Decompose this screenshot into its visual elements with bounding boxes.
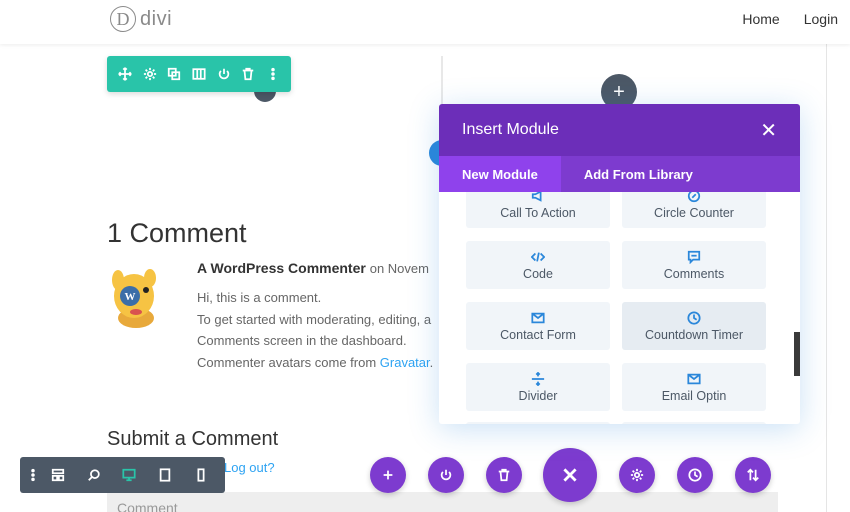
more-options-icon[interactable] [26, 457, 40, 493]
module-label: Countdown Timer [645, 327, 743, 342]
code-icon [531, 251, 545, 262]
page-border [826, 44, 827, 512]
clock-icon [687, 310, 701, 325]
close-icon[interactable]: ✕ [760, 118, 777, 143]
module-label: Comments [663, 266, 725, 281]
history-button[interactable] [677, 457, 713, 493]
author-name[interactable]: A WordPress Commenter [197, 260, 366, 276]
nav-login[interactable]: Login [804, 11, 838, 27]
module-label: Divider [518, 388, 558, 403]
columns-icon[interactable] [190, 65, 208, 83]
envelope-icon [687, 373, 701, 384]
gear-icon [630, 468, 644, 482]
nav-home[interactable]: Home [742, 11, 779, 27]
module-label: Call To Action [500, 205, 576, 220]
portability-button[interactable] [735, 457, 771, 493]
module-label: Circle Counter [654, 205, 734, 220]
logout-link[interactable]: Log out? [224, 460, 275, 475]
comments-icon [687, 250, 701, 264]
comment-line: Comments screen in the dashboard. [197, 333, 407, 348]
comment-line-suffix: . [429, 354, 434, 370]
plus-icon [383, 470, 393, 480]
logo-mark: D [110, 6, 136, 32]
close-icon [563, 468, 577, 482]
gravatar-link[interactable]: Gravatar [380, 355, 430, 370]
modal-tabs: New Module Add From Library [439, 156, 800, 192]
logo-text: divi [140, 7, 173, 30]
wapuu-avatar: W [112, 269, 156, 328]
modal-title: Insert Module [462, 121, 559, 138]
module-email-optin[interactable]: Email Optin [622, 363, 766, 411]
phone-view-icon[interactable] [183, 457, 219, 493]
comment-line-text: Commenter avatars come from [197, 354, 380, 370]
scrollbar-thumb[interactable] [794, 332, 800, 376]
delete-button[interactable] [486, 457, 522, 493]
module-comments[interactable]: Comments [622, 241, 766, 289]
tab-new-module[interactable]: New Module [439, 156, 561, 192]
module-next-row[interactable] [466, 422, 610, 424]
modal-header: Insert Module ✕ [439, 104, 800, 156]
module-contact-form[interactable]: Contact Form [466, 302, 610, 350]
divider-icon [531, 371, 545, 386]
module-call-to-action[interactable]: Call To Action [466, 192, 610, 228]
megaphone-icon [531, 192, 542, 202]
module-grid: Call To Action Circle Counter Code Comme… [439, 192, 800, 424]
comment-author: A WordPress Commenter on Novem [197, 260, 429, 276]
layout-icon[interactable] [40, 457, 76, 493]
module-label: Contact Form [500, 327, 576, 342]
desktop-view-icon[interactable] [112, 457, 148, 493]
power-icon [440, 469, 452, 481]
settings-button[interactable] [619, 457, 655, 493]
gear-icon[interactable] [141, 65, 159, 83]
site-header: D divi Home Login [0, 0, 850, 44]
move-icon[interactable] [116, 65, 134, 83]
svg-text:W: W [125, 291, 136, 303]
module-countdown-timer[interactable]: Countdown Timer [622, 302, 766, 350]
comment-line: To get started with moderating, editing,… [197, 311, 432, 327]
comment-line: Hi, this is a comment. [197, 290, 322, 305]
module-circle-counter[interactable]: Circle Counter [622, 192, 766, 228]
trash-icon[interactable] [239, 65, 257, 83]
trash-icon [498, 468, 510, 482]
page-settings-bar [20, 457, 225, 493]
tab-add-from-library[interactable]: Add From Library [561, 156, 716, 192]
more-options-icon[interactable] [264, 65, 282, 83]
clock-icon [688, 468, 702, 482]
duplicate-icon[interactable] [165, 65, 183, 83]
comment-body: Hi, this is a comment. To get started wi… [197, 287, 441, 373]
row-toolbar [107, 56, 291, 92]
envelope-icon [531, 312, 545, 323]
comments-title: 1 Comment [107, 218, 247, 248]
sort-arrows-icon [747, 468, 759, 482]
module-label: Code [523, 266, 553, 281]
divi-logo[interactable]: D divi [110, 6, 172, 32]
tablet-view-icon[interactable] [147, 457, 183, 493]
comment-date: on Novem [369, 261, 429, 276]
submit-comment-title: Submit a Comment [107, 428, 279, 450]
add-button[interactable] [370, 457, 406, 493]
zoom-icon[interactable] [76, 457, 112, 493]
module-code[interactable]: Code [466, 241, 610, 289]
module-next-row[interactable] [622, 422, 766, 424]
close-builder-button[interactable] [543, 448, 597, 502]
comment-line: Commenter avatars come from Gravatar. [197, 352, 441, 374]
insert-module-modal: Insert Module ✕ New Module Add From Libr… [439, 104, 800, 424]
module-label: Email Optin [661, 388, 727, 403]
comment-textarea[interactable]: Comment [107, 492, 778, 512]
main-nav: Home Login [742, 11, 838, 27]
disable-button[interactable] [428, 457, 464, 493]
module-divider[interactable]: Divider [466, 363, 610, 411]
circle-counter-icon [687, 192, 701, 202]
power-icon[interactable] [215, 65, 233, 83]
